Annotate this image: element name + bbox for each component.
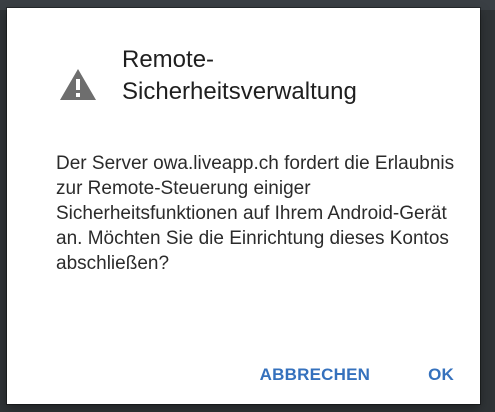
remote-security-dialog: Remote- Sicherheitsverwaltung Der Server…: [7, 8, 480, 404]
cancel-button[interactable]: ABBRECHEN: [260, 365, 370, 385]
dialog-message: Der Server owa.liveapp.ch fordert die Er…: [56, 153, 455, 274]
dialog-header: Remote- Sicherheitsverwaltung: [59, 44, 459, 124]
dialog-title: Remote- Sicherheitsverwaltung: [122, 44, 442, 108]
warning-icon: [60, 69, 96, 100]
dialog-title-line2: Sicherheitsverwaltung: [122, 78, 357, 105]
dialog-actions: ABBRECHEN OK: [260, 360, 454, 390]
dialog-title-line1: Remote-: [122, 46, 215, 73]
ok-button[interactable]: OK: [428, 365, 454, 385]
